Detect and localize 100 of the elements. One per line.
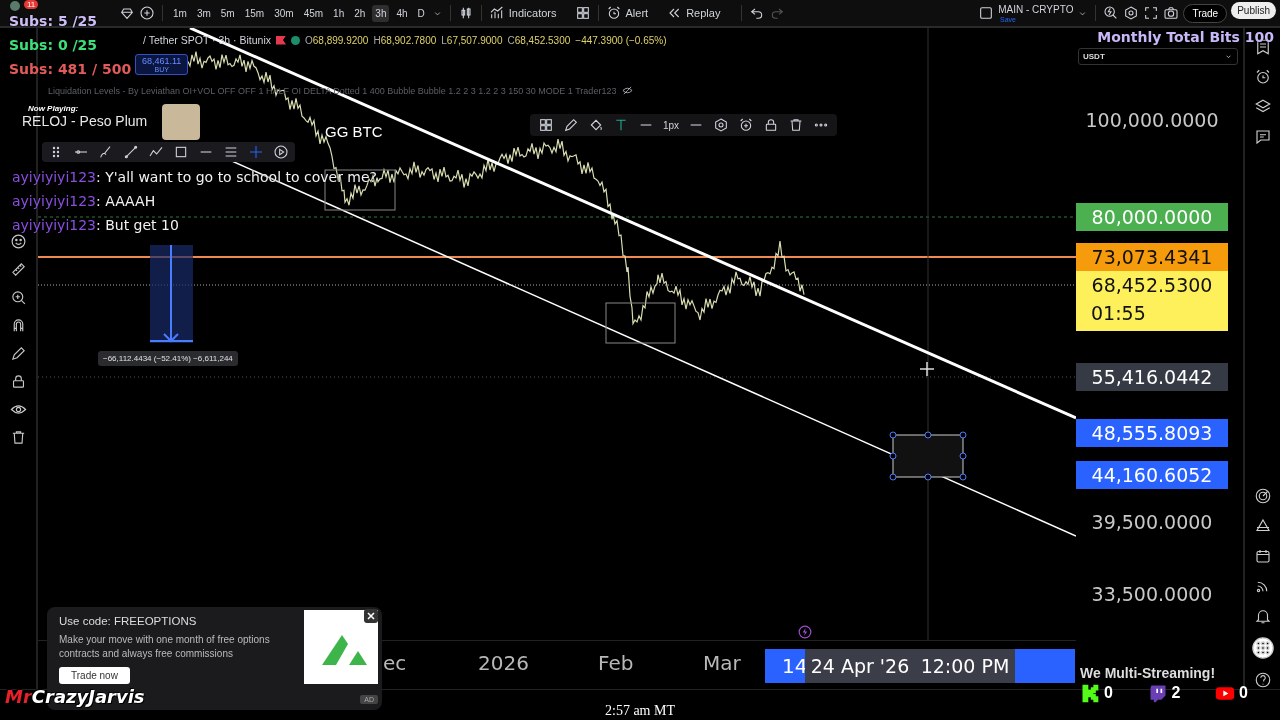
viewer-count: 0 <box>1104 684 1113 702</box>
subs-counter: Subs: 5 /25 <box>9 13 99 29</box>
diamond-icon[interactable] <box>119 5 135 21</box>
flag-icon[interactable] <box>276 35 286 45</box>
paint-bucket-icon[interactable] <box>588 117 604 133</box>
line-width-button[interactable]: 1px <box>663 119 680 131</box>
bell-icon[interactable] <box>1253 607 1272 625</box>
currency-dropdown[interactable]: USDT <box>1078 48 1238 65</box>
measure-label: −66,112.4434 (−52.41%) −6,611,244 <box>98 351 238 366</box>
status-dot-icon <box>291 35 300 45</box>
timeframe-tab[interactable]: 1m <box>170 4 190 22</box>
fullscreen-icon[interactable] <box>1143 5 1160 21</box>
price-change: −447.3900 (−0.65%) <box>575 34 667 46</box>
horizontal-lines-icon[interactable] <box>223 144 239 160</box>
apps-icon[interactable] <box>1251 637 1274 659</box>
help-icon[interactable] <box>1253 671 1272 689</box>
zoom-icon[interactable] <box>9 289 27 306</box>
album-art-placeholder <box>162 104 200 140</box>
viewer-count: 0 <box>1239 684 1248 702</box>
timeframe-tab[interactable]: 15m <box>241 4 268 22</box>
chat-username: ayiyiyiyi123 <box>12 193 96 209</box>
timeframe-tab[interactable]: 3m <box>193 4 214 22</box>
timeframe-tab[interactable]: 4h <box>393 4 411 22</box>
status-time: 2:57 am MT <box>605 703 675 720</box>
timeframe-tab[interactable]: 45m <box>300 4 327 22</box>
time-tick: ec <box>383 651 407 675</box>
timeframe-tab[interactable]: 30m <box>271 4 297 22</box>
price-marker: 73,073.4341 <box>1076 243 1228 271</box>
rectangle-drawing[interactable] <box>605 302 676 344</box>
pencil-icon[interactable] <box>9 345 27 362</box>
publish-button[interactable]: Publish <box>1231 1 1276 19</box>
selected-rectangle[interactable] <box>889 431 967 481</box>
indicators-button[interactable]: Indicators <box>508 7 571 19</box>
ohlc-value: O68,899.9200 <box>305 34 369 46</box>
indicators-icon[interactable] <box>488 5 505 21</box>
settings-icon[interactable] <box>1123 5 1140 21</box>
price-tick: 100,000.0000 <box>1084 108 1220 133</box>
subs-counter: Subs: 481 / 500 <box>9 61 132 77</box>
square-icon[interactable] <box>978 5 995 21</box>
price-marker: 48,555.8093 <box>1076 419 1228 447</box>
chat-icon[interactable] <box>1253 128 1272 146</box>
settings-icon[interactable] <box>713 117 730 133</box>
multistream-title: We Multi-Streaming! <box>1080 665 1217 681</box>
bar-countdown: 01:55 <box>1090 301 1146 326</box>
time-tick: 2026 <box>478 651 529 675</box>
timeframe-tab[interactable]: 5m <box>217 4 238 22</box>
time-tick: Mar <box>703 651 741 675</box>
timeframe-tab[interactable]: 3h <box>372 4 390 22</box>
kick-logo-icon <box>1080 683 1100 703</box>
timeframe-tab[interactable]: 2h <box>351 4 369 22</box>
text-icon[interactable] <box>613 117 629 133</box>
smiley-icon[interactable] <box>9 233 27 250</box>
crosshair-date: 24 Apr '26 <box>810 655 910 677</box>
ohlc-value: H68,902.7800 <box>373 34 437 46</box>
trade-now-button[interactable]: Trade now <box>59 667 130 684</box>
ohlc-value: L67,507.9000 <box>441 34 503 46</box>
notification-badge: 11 <box>24 0 39 9</box>
crosshair-time: 12:00 PM <box>920 655 1010 677</box>
now-playing-track: RELOJ - Peso Plum <box>22 113 148 129</box>
now-playing-heading: Now Playing: <box>27 104 80 113</box>
alert-button[interactable]: Alert <box>625 7 663 19</box>
calendar-icon[interactable] <box>1253 547 1272 565</box>
timeframe-tab[interactable]: 1h <box>330 4 348 22</box>
price-tick: 39,500.0000 <box>1090 510 1214 535</box>
chat-message: : AAAAH <box>96 193 156 209</box>
add-symbol-icon[interactable] <box>139 5 155 21</box>
rectangle-icon[interactable] <box>173 144 189 160</box>
streamer-logo: MrCrazyJarvis <box>5 686 145 707</box>
ruler-icon[interactable] <box>9 261 27 278</box>
price-marker: 55,416.0442 <box>1076 363 1228 391</box>
trade-button[interactable]: Trade <box>1183 3 1228 23</box>
range-start-label: 14 <box>781 654 808 678</box>
alarm-clock-icon[interactable] <box>605 5 622 21</box>
line-icon[interactable] <box>123 144 139 160</box>
chart-annotation[interactable]: GG BTC <box>325 123 383 140</box>
crosshair-icon <box>919 361 935 377</box>
ad-headline: Use code: FREEOPTIONS <box>59 615 197 627</box>
ad-body: Make your move with one month of free options contracts and always free commissions <box>59 633 271 661</box>
template-icon[interactable] <box>538 117 554 133</box>
camera-icon[interactable] <box>1163 5 1180 21</box>
avatar[interactable] <box>10 1 20 11</box>
target-icon[interactable] <box>1253 487 1272 505</box>
chat-username: ayiyiyiyi123 <box>12 169 96 185</box>
price-marker: 44,160.6052 <box>1076 461 1228 489</box>
chat-username: ayiyiyiyi123 <box>12 217 96 233</box>
replay-button[interactable]: Replay <box>686 7 735 19</box>
close-button[interactable] <box>364 609 378 623</box>
timeframe-tab[interactable]: D <box>414 4 428 22</box>
pencil-icon[interactable] <box>563 117 579 133</box>
bits-goal: Monthly Total Bits 100 <box>1097 29 1274 45</box>
eye-off-icon[interactable] <box>622 85 634 96</box>
time-tick: Feb <box>598 651 634 675</box>
last-price: 68,452.5300 <box>1091 273 1213 298</box>
viewer-count: 2 <box>1171 684 1181 702</box>
alarm-icon[interactable] <box>738 117 755 133</box>
price-marker: 80,000.0000 <box>1076 203 1228 231</box>
chat-message: : But get 10 <box>96 217 179 233</box>
play-circle-icon[interactable] <box>273 144 289 160</box>
lightning-icon[interactable] <box>798 625 812 639</box>
layout-grid-icon[interactable] <box>574 5 591 21</box>
